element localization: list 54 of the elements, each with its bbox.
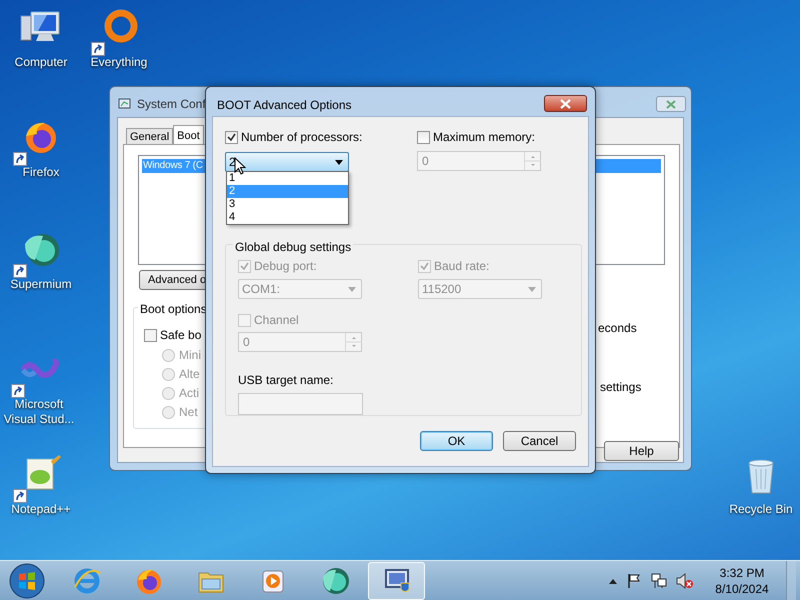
checkbox-label: Channel [254, 312, 299, 329]
window-title: System Conf [137, 96, 206, 113]
monitor-shield-icon [382, 566, 410, 594]
network-icon[interactable] [651, 572, 667, 588]
clock-date[interactable]: 8/10/2024 [715, 580, 769, 596]
radio-button[interactable] [162, 386, 175, 400]
dropdown-arrow-icon [348, 286, 356, 292]
browser-e-icon [72, 566, 100, 594]
field-label: USB target name: [238, 372, 334, 389]
taskbar-button[interactable] [368, 562, 425, 600]
close-icon [560, 98, 571, 108]
radio-button[interactable] [162, 368, 175, 380]
checkbox-label: Maximum memory: [433, 129, 536, 146]
radio-label: Alte [179, 366, 200, 383]
dialog-title: BOOT Advanced Options [217, 97, 352, 114]
checkbox-label: Baud rate: [434, 258, 490, 275]
ok-button[interactable]: OK [420, 431, 493, 451]
chevron-up-icon[interactable] [609, 578, 617, 584]
icon-label[interactable]: Microsoft Visual Stud... [1, 397, 77, 427]
speaker-muted-icon[interactable] [676, 572, 694, 588]
icon-label[interactable]: Firefox [3, 165, 79, 180]
help-button[interactable]: Help [604, 441, 679, 461]
tab[interactable]: Boot [173, 125, 204, 146]
radio-label: Mini [179, 347, 202, 364]
close-icon [666, 100, 676, 108]
checkbox-label: Number of processors: [241, 129, 362, 146]
dropdown-arrow-icon [335, 160, 343, 164]
dropdown-option[interactable]: 4 [227, 211, 348, 224]
start-button[interactable] [8, 562, 46, 600]
checkbox[interactable] [144, 328, 157, 342]
close-button[interactable] [544, 95, 587, 112]
flag-icon[interactable] [626, 572, 642, 588]
checkbox[interactable] [225, 130, 238, 144]
radio-button[interactable] [162, 348, 175, 362]
radio-button[interactable] [162, 406, 175, 418]
checkbox-label: Safe bo [160, 327, 202, 344]
clock-time[interactable]: 3:32 PM [720, 564, 764, 580]
icon-label[interactable]: Supermium [3, 277, 79, 292]
label: settings [600, 379, 642, 396]
dropdown-arrow-icon [528, 286, 536, 292]
icon-label[interactable]: Computer [3, 55, 79, 70]
msconfig-icon [118, 97, 132, 111]
label: econds [598, 320, 637, 337]
radio-label: Acti [179, 385, 200, 402]
sphere-icon [320, 566, 348, 594]
cancel-button[interactable]: Cancel [503, 431, 576, 451]
icon-label[interactable]: Recycle Bin [723, 502, 799, 517]
checkbox[interactable] [417, 130, 430, 144]
icon-label[interactable]: Everything [81, 55, 157, 70]
radio-label: Net [179, 404, 198, 421]
dropdown-option[interactable]: 3 [227, 198, 348, 211]
checkbox-label: Debug port: [254, 258, 317, 275]
show-desktop-button[interactable] [786, 560, 796, 600]
dropdown-option[interactable]: 1 [227, 172, 348, 185]
